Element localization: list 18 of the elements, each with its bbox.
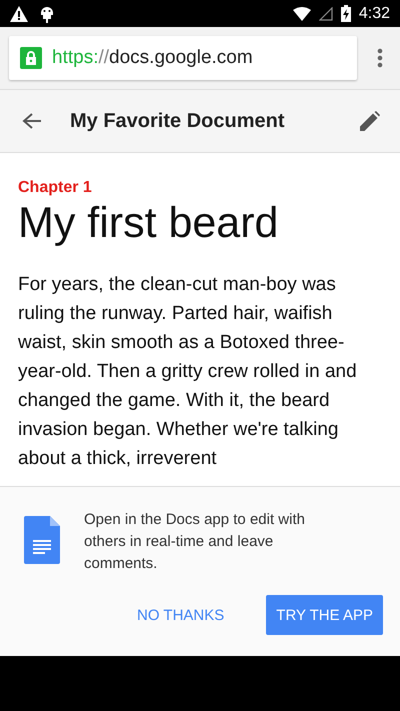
back-arrow-icon[interactable]: [22, 112, 42, 130]
chapter-label: Chapter 1: [18, 179, 93, 197]
document-title: My Favorite Document: [70, 110, 286, 132]
status-time: 4:32: [358, 4, 390, 22]
try-app-button[interactable]: TRY THE APP: [266, 595, 383, 635]
battery-icon: [340, 5, 351, 22]
chapter-heading: My first beard: [18, 199, 280, 248]
no-thanks-button[interactable]: NO THANKS: [127, 595, 234, 635]
address-bar[interactable]: https://docs.google.com: [9, 36, 357, 80]
body-paragraph: For years, the clean-cut man-boy was ruling the runway. Parted hair, waifish waist, skin smooth as a Botoxed three-year-old. Then a gritty crew rolled in and changed the game. With it, the beard invasion began. Whether we're talking about a thick, irreverent: [18, 273, 358, 471]
signal-icon: [318, 6, 333, 20]
pencil-icon[interactable]: [360, 111, 380, 131]
overflow-menu-icon[interactable]: [377, 48, 383, 68]
warning-icon: [10, 6, 28, 22]
wifi-icon: [292, 6, 311, 20]
document-icon: [24, 516, 60, 564]
url-text: https://docs.google.com: [52, 47, 253, 69]
banner-message: Open in the Docs app to edit with others in real-time and leave comments.: [84, 510, 306, 574]
